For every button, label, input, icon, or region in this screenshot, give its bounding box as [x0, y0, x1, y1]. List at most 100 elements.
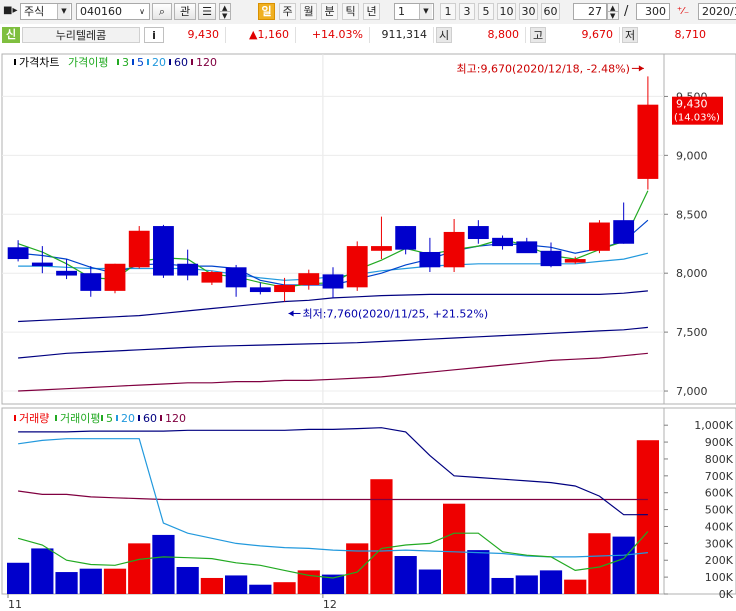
interval-button[interactable]: 30 [519, 3, 538, 20]
candle-body[interactable] [298, 273, 320, 285]
candle-body[interactable] [177, 263, 199, 276]
volume-bar[interactable] [273, 582, 296, 594]
volume-legend-item[interactable]: 거래이평 [60, 412, 100, 425]
legend-marker [116, 415, 118, 421]
volume-bar[interactable] [55, 572, 78, 594]
volume-axis-label: 300K [705, 537, 734, 550]
volume-bar[interactable] [467, 550, 490, 594]
price-legend-item[interactable]: 120 [196, 56, 217, 69]
view-count-input[interactable]: 27 [573, 3, 607, 20]
volume-bar[interactable] [103, 568, 127, 594]
period-button[interactable]: 년 [363, 3, 380, 20]
volume-legend-item[interactable]: 거래량 [19, 412, 49, 425]
interval-button[interactable]: 1 [440, 3, 456, 20]
info-button[interactable]: i [144, 27, 164, 43]
volume-bar[interactable] [564, 579, 587, 594]
interval-button[interactable]: 5 [478, 3, 494, 20]
candle-body[interactable] [80, 273, 102, 291]
volume-bar[interactable] [176, 566, 199, 594]
volume-bar[interactable] [225, 575, 248, 594]
candle-body[interactable] [31, 262, 53, 267]
total-count-input[interactable]: 300 [636, 3, 670, 20]
period-button[interactable]: 분 [321, 3, 338, 20]
candle-body[interactable] [104, 263, 126, 291]
interval-button[interactable]: 10 [497, 3, 516, 20]
volume-legend-item[interactable]: 120 [165, 412, 186, 425]
current-rate-label: (14.03%) [674, 113, 720, 124]
candle-body[interactable] [637, 104, 659, 179]
credit-badge: 신 [2, 27, 20, 43]
volume-bar[interactable] [370, 479, 393, 594]
volume-bar[interactable] [128, 543, 151, 594]
related-button[interactable]: 관 [174, 3, 196, 20]
interval-button[interactable]: 60 [541, 3, 560, 20]
period-button[interactable]: 틱 [342, 3, 359, 20]
search-icon: ⌕ [158, 5, 166, 18]
change-rate: +14.03% [296, 27, 370, 43]
volume-legend-item[interactable]: 60 [143, 412, 157, 425]
volume-axis-label: 400K [705, 520, 734, 533]
candle-body[interactable] [7, 247, 29, 260]
candle-body[interactable] [492, 237, 513, 247]
volume-bar[interactable] [249, 584, 272, 594]
candle-body[interactable] [443, 231, 465, 268]
price-legend-item[interactable]: 20 [152, 56, 166, 69]
volume-bar[interactable] [200, 577, 223, 594]
volume-bar[interactable] [31, 548, 54, 594]
period-button[interactable]: 일 [258, 3, 275, 20]
candle-body[interactable] [395, 226, 417, 250]
view-separator: / [624, 4, 629, 19]
candle-body[interactable] [516, 241, 538, 254]
price-legend-item[interactable]: 가격차트 [19, 56, 59, 69]
candle-body[interactable] [467, 226, 489, 240]
volume-bar[interactable] [636, 440, 659, 594]
price-legend-item[interactable]: 3 [122, 56, 129, 69]
candle-body[interactable] [346, 246, 368, 288]
search-button[interactable]: ⌕ [152, 3, 172, 20]
candle-body[interactable] [274, 284, 295, 293]
link-button[interactable]: ☰ [198, 3, 216, 20]
volume-bar[interactable] [491, 577, 514, 594]
volume-bar[interactable] [79, 568, 102, 594]
interval-select[interactable]: 1 ▼ [394, 3, 434, 20]
interval-button[interactable]: 3 [459, 3, 475, 20]
candle-body[interactable] [225, 267, 247, 288]
price-legend-item[interactable]: 60 [174, 56, 188, 69]
candle-body[interactable] [201, 272, 223, 283]
volume-bar[interactable] [418, 569, 441, 594]
candle-body[interactable] [564, 259, 586, 263]
low-annotation: 최저:7,760(2020/11/25, +21.52%) [303, 307, 489, 320]
candle-body[interactable] [419, 251, 441, 268]
candle-body[interactable] [322, 274, 344, 289]
stock-chart[interactable]: 9,5009,0008,5008,0007,5007,000가격차트가격이평35… [0, 46, 736, 611]
candle-body[interactable] [249, 287, 271, 293]
chevron-down-icon: ▼ [57, 4, 70, 19]
volume-bar[interactable] [7, 562, 30, 594]
candle-body[interactable] [128, 230, 150, 268]
price-legend-item[interactable]: 5 [137, 56, 144, 69]
candle-body[interactable] [589, 222, 610, 251]
volume-bar[interactable] [394, 556, 417, 594]
zoom-button[interactable]: ⁺⁄₋ [673, 3, 693, 20]
trading-volume: 911,314 [370, 27, 434, 43]
candle-body[interactable] [153, 226, 174, 276]
period-button[interactable]: 주 [279, 3, 296, 20]
volume-bar[interactable] [515, 575, 538, 594]
candle-body[interactable] [56, 270, 77, 276]
volume-bar[interactable] [152, 534, 175, 594]
dock-icon[interactable]: ■▸ [3, 6, 17, 16]
candle-body[interactable] [371, 246, 392, 251]
volume-bar[interactable] [539, 570, 563, 594]
period-button[interactable]: 월 [300, 3, 317, 20]
date-input[interactable]: 2020/1 [698, 3, 736, 20]
price-legend-item[interactable]: 가격이평 [68, 56, 108, 69]
volume-bar[interactable] [612, 536, 635, 594]
market-select[interactable]: 주식 ▼ [20, 3, 72, 20]
volume-legend-item[interactable]: 20 [121, 412, 135, 425]
stock-code-input[interactable]: 040160 ∨ [76, 3, 150, 20]
volume-bar[interactable] [443, 503, 466, 594]
volume-bar[interactable] [588, 533, 611, 594]
volume-legend-item[interactable]: 5 [106, 412, 113, 425]
candle-body[interactable] [540, 250, 562, 267]
candle-body[interactable] [613, 220, 635, 244]
